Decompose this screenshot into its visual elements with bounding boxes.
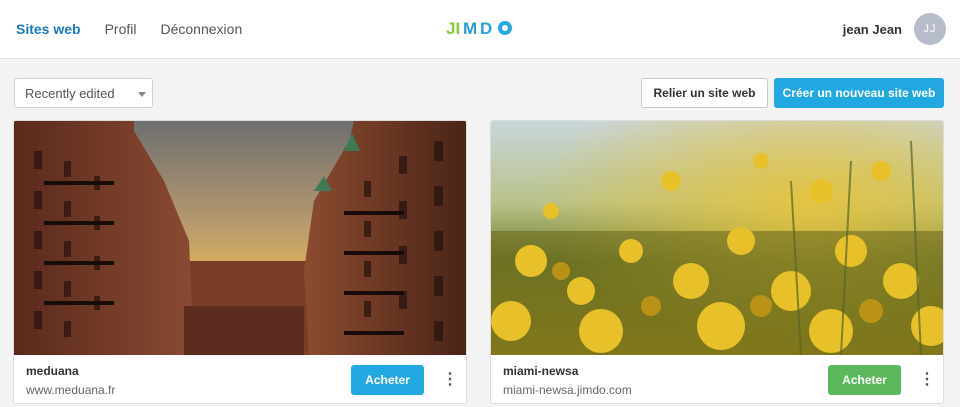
flower-field-photo bbox=[491, 121, 943, 355]
site-url[interactable]: www.meduana.fr bbox=[26, 383, 115, 397]
site-name[interactable]: meduana bbox=[26, 364, 79, 378]
user-name: jean Jean bbox=[842, 21, 902, 37]
site-name[interactable]: miami-newsa bbox=[503, 364, 578, 378]
more-options-icon[interactable]: ⋮ bbox=[919, 371, 935, 389]
svg-text:D: D bbox=[480, 19, 492, 38]
svg-text:M: M bbox=[463, 19, 477, 38]
avatar[interactable]: JJ bbox=[914, 13, 946, 45]
main-nav: Sites web Profil Déconnexion bbox=[16, 21, 242, 37]
top-navigation-bar: Sites web Profil Déconnexion JI M D jean… bbox=[0, 0, 960, 59]
link-website-button[interactable]: Relier un site web bbox=[641, 78, 768, 108]
sort-select-value: Recently edited bbox=[25, 86, 115, 101]
buy-button[interactable]: Acheter bbox=[351, 365, 424, 395]
create-website-button[interactable]: Créer un nouveau site web bbox=[774, 78, 944, 108]
sort-select[interactable]: Recently edited bbox=[14, 78, 153, 108]
warehouse-photo bbox=[14, 121, 466, 355]
chevron-down-icon bbox=[138, 92, 146, 97]
nav-profil[interactable]: Profil bbox=[105, 21, 137, 37]
more-options-icon[interactable]: ⋮ bbox=[442, 371, 458, 389]
buy-button[interactable]: Acheter bbox=[828, 365, 901, 395]
jimdo-logo[interactable]: JI M D bbox=[446, 18, 514, 38]
site-card[interactable]: meduana www.meduana.fr Acheter ⋮ bbox=[13, 120, 467, 404]
site-url[interactable]: miami-newsa.jimdo.com bbox=[503, 383, 632, 397]
user-menu[interactable]: jean Jean JJ bbox=[843, 13, 946, 45]
site-thumbnail[interactable] bbox=[14, 121, 466, 355]
jimdo-logo-icon: JI M D bbox=[446, 19, 512, 38]
site-thumbnail[interactable] bbox=[491, 121, 943, 355]
nav-deconnexion[interactable]: Déconnexion bbox=[161, 21, 243, 37]
svg-text:JI: JI bbox=[446, 19, 460, 38]
site-card[interactable]: miami-newsa miami-newsa.jimdo.com Achete… bbox=[490, 120, 944, 404]
nav-sites-web[interactable]: Sites web bbox=[16, 21, 81, 37]
